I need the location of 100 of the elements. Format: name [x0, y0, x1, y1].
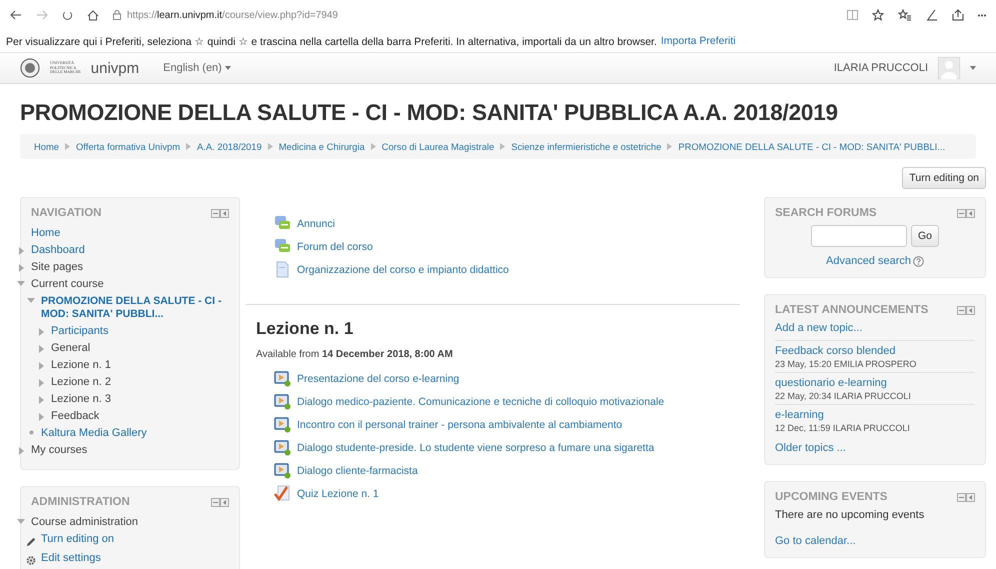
- announcement-link[interactable]: Feedback corso blended: [775, 345, 896, 357]
- caret-icon[interactable]: [970, 66, 976, 70]
- nav-item[interactable]: Current course: [31, 278, 104, 291]
- turn-editing-on-button[interactable]: Turn editing on: [902, 167, 986, 189]
- block-title: UPCOMING EVENTS: [775, 491, 888, 503]
- quiz-icon: [274, 485, 291, 502]
- breadcrumb-link[interactable]: PROMOZIONE DELLA SALUTE - CI - MOD: SANITA' PUBBLI...: [678, 141, 946, 152]
- activity-link[interactable]: Dialogo medico-paziente. Comunicazione e tecniche di colloquio motivazionale: [297, 396, 664, 408]
- expanded-arrow-icon[interactable]: [27, 298, 35, 303]
- announcement-link[interactable]: e-learning: [775, 409, 824, 421]
- breadcrumb-separator-icon: [500, 143, 506, 150]
- collapsed-arrow-icon[interactable]: [18, 264, 24, 272]
- star-icon[interactable]: [872, 9, 884, 21]
- collapsed-arrow-icon[interactable]: [18, 247, 24, 255]
- expanded-arrow-icon[interactable]: [17, 281, 25, 286]
- nav-item[interactable]: My courses: [31, 444, 88, 457]
- block-title: ADMINISTRATION: [31, 496, 130, 508]
- nav-item[interactable]: Site pages: [31, 261, 83, 274]
- nav-item[interactable]: Lezione n. 1: [51, 359, 111, 372]
- lock-icon: [113, 10, 121, 20]
- announcement-link[interactable]: questionario e-learning: [775, 377, 887, 389]
- activity-link[interactable]: Dialogo cliente-farmacista: [297, 464, 418, 476]
- breadcrumb-link[interactable]: Home: [34, 141, 60, 152]
- forward-icon[interactable]: [36, 10, 48, 20]
- nav-item[interactable]: General: [51, 342, 90, 355]
- calendar-link[interactable]: Go to calendar...: [775, 535, 856, 547]
- activity-link[interactable]: Incontro con il personal trainer - persona ambivalente al cambiamento: [297, 418, 622, 430]
- reading-view-icon[interactable]: [847, 10, 858, 20]
- collapsed-arrow-icon[interactable]: [18, 447, 24, 455]
- breadcrumb-link[interactable]: Corso di Laurea Magistrale: [382, 141, 494, 152]
- address-bar[interactable]: https://learn.univpm.it/course/view.php?id=7949: [127, 10, 338, 20]
- nav-item[interactable]: Edit settings: [41, 552, 101, 565]
- block-title: LATEST ANNOUNCEMENTS: [775, 304, 928, 316]
- activity-link[interactable]: Dialogo studente-preside. Lo studente viene sorpreso a fumare una sigaretta: [297, 442, 654, 454]
- block-controls-icon[interactable]: [957, 492, 975, 502]
- collapsed-arrow-icon[interactable]: [38, 396, 44, 404]
- nav-item[interactable]: Kaltura Media Gallery: [41, 427, 147, 440]
- nav-item[interactable]: Dashboard: [31, 244, 85, 257]
- block-title: SEARCH FORUMS: [775, 207, 877, 219]
- section-title: Lezione n. 1: [256, 319, 354, 339]
- nav-item[interactable]: Lezione n. 2: [51, 376, 111, 389]
- activity-link[interactable]: Quiz Lezione n. 1: [297, 488, 379, 500]
- page-title: PROMOZIONE DELLA SALUTE - CI - MOD: SANITA' PUBBLICA A.A. 2018/2019: [20, 100, 839, 126]
- collapsed-arrow-icon[interactable]: [38, 379, 44, 387]
- collapsed-arrow-icon[interactable]: [38, 345, 44, 353]
- favorites-icon[interactable]: [898, 9, 912, 21]
- activity-link[interactable]: Forum del corso: [297, 240, 373, 252]
- block-controls-icon[interactable]: [957, 306, 975, 314]
- forum-icon: [274, 215, 291, 232]
- advanced-search-link[interactable]: Advanced search: [826, 255, 911, 267]
- block-controls-icon[interactable]: [957, 208, 975, 218]
- activity-link[interactable]: Organizzazione del corso e impianto didattico: [297, 264, 509, 276]
- nav-item[interactable]: Feedback: [51, 410, 100, 423]
- favorites-bar-message: Per visualizzare qui i Preferiti, seleziona ☆ quindi ☆ e trascina nella cartella della barra Preferiti. In alternativa, importali da un altro browser.: [6, 34, 657, 48]
- activity-link[interactable]: Annunci: [297, 218, 335, 230]
- breadcrumb-link[interactable]: Medicina e Chirurgia: [278, 141, 365, 152]
- breadcrumb-link[interactable]: Offerta formativa Univpm: [76, 141, 180, 152]
- no-events-message: There are no upcoming events: [775, 509, 926, 521]
- go-button[interactable]: Go: [910, 225, 939, 247]
- video-icon: [274, 462, 291, 479]
- home-icon[interactable]: [87, 10, 99, 20]
- import-favorites-link[interactable]: Importa Preferiti: [660, 35, 736, 47]
- gear-icon: [26, 555, 36, 566]
- activity-link[interactable]: Presentazione del corso e-learning: [297, 372, 460, 384]
- more-icon[interactable]: [978, 14, 986, 16]
- breadcrumb-link[interactable]: Scienze infermieristiche e ostetriche: [511, 141, 662, 152]
- nav-item[interactable]: Lezione n. 3: [51, 393, 111, 406]
- pencil-icon: [26, 536, 36, 548]
- nav-item[interactable]: Participants: [51, 325, 108, 338]
- university-seal-icon[interactable]: [20, 58, 40, 78]
- nav-item[interactable]: Turn editing on: [41, 533, 114, 546]
- older-topics-link[interactable]: Older topics ...: [775, 442, 975, 454]
- share-icon[interactable]: [952, 9, 964, 21]
- block-title: NAVIGATION: [31, 207, 102, 219]
- breadcrumb-separator-icon: [268, 143, 273, 150]
- collapsed-arrow-icon[interactable]: [38, 328, 44, 336]
- pen-icon[interactable]: [926, 9, 938, 21]
- block-controls-icon[interactable]: [211, 498, 229, 506]
- user-name[interactable]: ILARIA PRUCCOLI: [834, 62, 928, 74]
- refresh-icon[interactable]: [62, 10, 73, 20]
- nav-item[interactable]: PROMOZIONE DELLA SALUTE - CI - MOD: SANITA' PUBBLI...: [41, 295, 229, 321]
- nav-item[interactable]: Home: [31, 227, 60, 240]
- language-menu[interactable]: English (en): [163, 62, 231, 74]
- breadcrumb-separator-icon: [65, 143, 70, 150]
- site-name[interactable]: univpm: [90, 60, 140, 76]
- caret-icon[interactable]: [224, 66, 231, 70]
- video-icon: [274, 416, 291, 433]
- back-icon[interactable]: [10, 10, 22, 20]
- block-controls-icon[interactable]: [211, 208, 229, 218]
- video-icon: [274, 393, 291, 410]
- add-topic-link[interactable]: Add a new topic...: [775, 322, 975, 334]
- page-icon: [274, 261, 291, 278]
- collapsed-arrow-icon[interactable]: [38, 413, 44, 421]
- forum-icon: [274, 238, 291, 255]
- collapsed-arrow-icon[interactable]: [38, 362, 44, 370]
- nav-item[interactable]: Course administration: [31, 516, 138, 529]
- expanded-arrow-icon[interactable]: [17, 519, 25, 524]
- help-icon[interactable]: [913, 256, 924, 266]
- breadcrumb-link[interactable]: A.A. 2018/2019: [197, 141, 262, 152]
- search-field[interactable]: [810, 225, 907, 247]
